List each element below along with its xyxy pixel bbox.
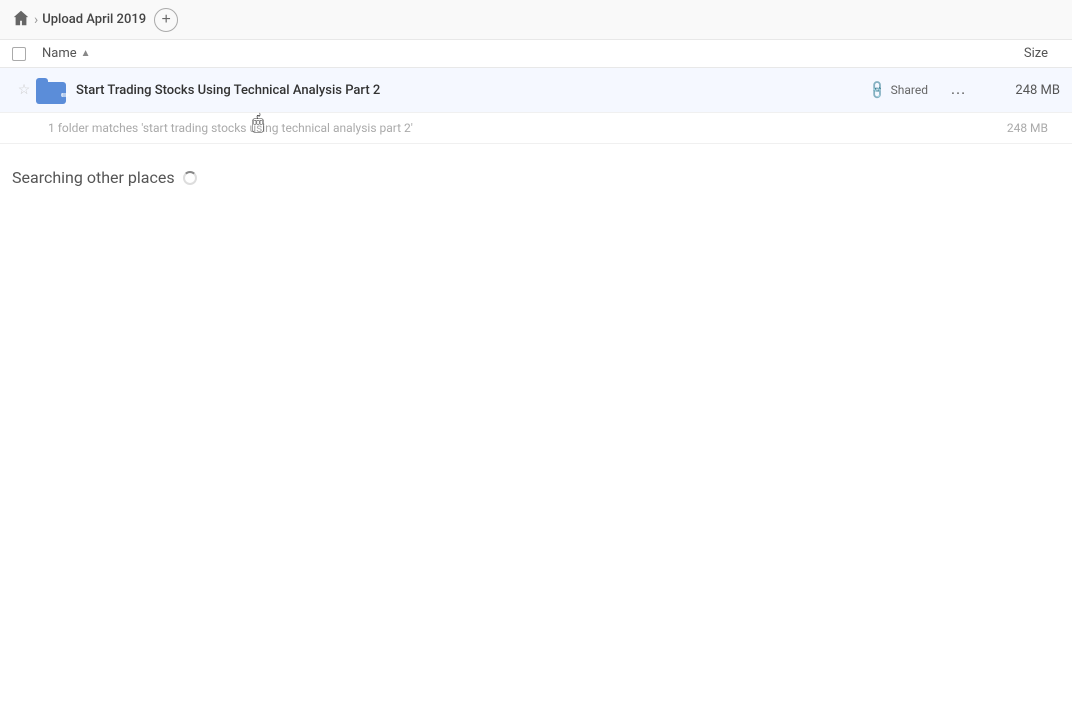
name-column-header[interactable]: Name ▲ (42, 46, 968, 61)
table-header: Name ▲ Size (0, 40, 1072, 68)
star-col: ☆ (12, 82, 36, 98)
searching-label: Searching other places (12, 168, 1060, 187)
breadcrumb-separator: › (34, 12, 38, 28)
star-icon[interactable]: ☆ (18, 82, 31, 98)
file-size: 248 MB (980, 83, 1060, 98)
breadcrumb-bar: › Upload April 2019 + (0, 0, 1072, 40)
file-row[interactable]: ☆ ✏ Start Trading Stocks Using Technical… (0, 68, 1072, 113)
home-icon (12, 9, 30, 31)
select-all-col[interactable] (12, 47, 42, 61)
shared-label: Shared (891, 83, 928, 97)
matches-text: 1 folder matches 'start trading stocks u… (48, 121, 968, 135)
link-icon: 🔗 (868, 79, 890, 101)
size-column-header: Size (968, 46, 1048, 61)
matches-size: 248 MB (968, 121, 1048, 135)
folder-pencil-icon: ✏ (61, 89, 70, 102)
name-column-label: Name (42, 46, 77, 61)
file-name: Start Trading Stocks Using Technical Ana… (76, 83, 870, 98)
add-button[interactable]: + (154, 8, 178, 32)
home-breadcrumb[interactable] (12, 9, 30, 31)
folder-icon-wrapper: ✏ (36, 74, 68, 106)
file-icon: ✏ (36, 74, 68, 106)
shared-badge[interactable]: 🔗 Shared (870, 83, 928, 98)
more-button[interactable]: … (944, 76, 972, 104)
matches-row: 1 folder matches 'start trading stocks u… (0, 113, 1072, 144)
select-all-checkbox[interactable] (12, 47, 26, 61)
breadcrumb-label[interactable]: Upload April 2019 (42, 12, 146, 27)
searching-section: Searching other places (0, 144, 1072, 199)
searching-text: Searching other places (12, 168, 175, 187)
loading-spinner (183, 171, 197, 185)
sort-arrow-icon: ▲ (81, 48, 91, 59)
